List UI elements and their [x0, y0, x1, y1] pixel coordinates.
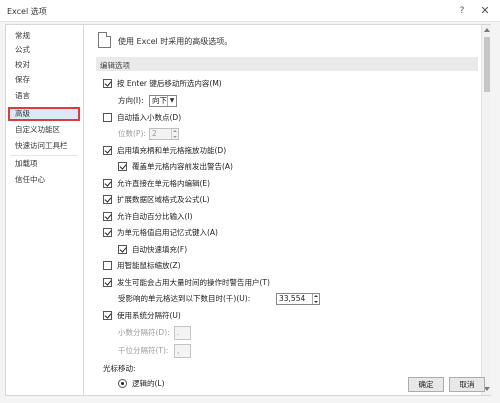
- scroll-up-icon[interactable]: [484, 28, 490, 32]
- option-system-separators[interactable]: 使用系统分隔符(U): [103, 310, 181, 322]
- close-icon[interactable]: ✕: [478, 4, 492, 18]
- option-alert-slow-operation[interactable]: 发生可能会占用大量时间的操作时警告用户(T): [103, 277, 270, 289]
- option-auto-decimal[interactable]: 自动插入小数点(D): [103, 112, 181, 124]
- checkbox[interactable]: [118, 161, 127, 171]
- sidebar-item-general[interactable]: 常规: [8, 29, 80, 43]
- cells-affected-label: 受影响的单元格达到以下数目时(千)(U):: [118, 294, 251, 303]
- sidebar-item-language[interactable]: 语言: [8, 89, 80, 103]
- help-icon[interactable]: ?: [455, 4, 469, 18]
- checkbox[interactable]: [103, 194, 112, 204]
- spinner-arrows-icon[interactable]: [171, 129, 178, 139]
- option-autocomplete[interactable]: 为单元格值启用记忆式键入(A): [103, 227, 218, 239]
- sidebar-item-proofing[interactable]: 校对: [8, 58, 80, 72]
- cells-affected-spinner[interactable]: 33,554: [276, 293, 320, 305]
- section-header: 编辑选项: [96, 57, 478, 71]
- options-dialog: 常规 公式 校对 保存 语言 高级 自定义功能区 快速访问工具栏 加载项 信任中…: [5, 24, 491, 396]
- sidebar-item-trust-center[interactable]: 信任中心: [8, 173, 80, 187]
- direction-label: 方向(I):: [118, 96, 144, 105]
- chevron-down-icon: ▼: [167, 96, 176, 106]
- checkbox[interactable]: [103, 277, 112, 287]
- sidebar: 常规 公式 校对 保存 语言 高级 自定义功能区 快速访问工具栏 加载项 信任中…: [6, 25, 84, 395]
- window-title: Excel 选项: [7, 7, 47, 16]
- sidebar-item-quick-access-toolbar[interactable]: 快速访问工具栏: [8, 139, 80, 153]
- decimal-separator-label: 小数分隔符(D):: [118, 328, 170, 337]
- option-alert-overwrite[interactable]: 覆盖单元格内容前发出警告(A): [118, 161, 233, 173]
- option-fill-handle[interactable]: 启用填充柄和单元格拖放功能(D): [103, 145, 226, 157]
- spinner-arrows-icon[interactable]: [312, 294, 319, 304]
- ok-button[interactable]: 确定: [408, 377, 444, 392]
- sidebar-item-add-ins[interactable]: 加载项: [8, 157, 80, 171]
- checkbox[interactable]: [103, 178, 112, 188]
- option-flash-fill[interactable]: 自动快速填充(F): [118, 244, 187, 256]
- direction-select[interactable]: 向下 ▼: [149, 95, 177, 107]
- option-move-after-enter[interactable]: 按 Enter 键后移动所选内容(M): [103, 78, 222, 90]
- advanced-options-panel: 使用 Excel 时采用的高级选项。 编辑选项 按 Enter 键后移动所选内容…: [86, 25, 481, 395]
- checkbox[interactable]: [103, 310, 112, 320]
- sidebar-item-customize-ribbon[interactable]: 自定义功能区: [8, 123, 80, 137]
- sidebar-divider: [10, 155, 78, 156]
- checkbox[interactable]: [103, 145, 112, 155]
- sidebar-item-advanced[interactable]: 高级: [8, 107, 80, 121]
- vertical-scrollbar[interactable]: [481, 25, 491, 395]
- option-intellimouse-zoom[interactable]: 用智能鼠标缩放(Z): [103, 260, 181, 272]
- checkbox[interactable]: [103, 211, 112, 221]
- thousands-separator-input[interactable]: ,: [174, 344, 191, 358]
- option-logical-cursor[interactable]: 逻辑的(L): [118, 378, 165, 390]
- decimal-separator-input[interactable]: .: [174, 326, 191, 340]
- page-description: 使用 Excel 时采用的高级选项。: [118, 37, 233, 46]
- checkbox[interactable]: [118, 244, 127, 254]
- document-icon: [98, 32, 111, 48]
- places-spinner[interactable]: 2: [149, 128, 179, 140]
- thousands-separator-label: 千位分隔符(T):: [118, 346, 169, 355]
- checkbox[interactable]: [103, 78, 112, 88]
- scrollbar-thumb[interactable]: [484, 37, 490, 92]
- checkbox[interactable]: [103, 227, 112, 237]
- option-edit-in-cell[interactable]: 允许直接在单元格内编辑(E): [103, 178, 210, 190]
- sidebar-item-save[interactable]: 保存: [8, 73, 80, 87]
- option-extend-formats[interactable]: 扩展数据区域格式及公式(L): [103, 194, 210, 206]
- checkbox[interactable]: [103, 260, 112, 270]
- section-title: 编辑选项: [100, 61, 130, 70]
- radio-button[interactable]: [118, 378, 127, 388]
- cursor-movement-label: 光标移动:: [103, 364, 136, 373]
- option-auto-percent[interactable]: 允许自动百分比输入(I): [103, 211, 193, 223]
- places-label: 位数(P):: [118, 129, 146, 138]
- checkbox[interactable]: [103, 112, 112, 122]
- cancel-button[interactable]: 取消: [449, 377, 485, 392]
- title-bar: Excel 选项 ? ✕: [0, 0, 500, 22]
- sidebar-item-formulas[interactable]: 公式: [8, 43, 80, 57]
